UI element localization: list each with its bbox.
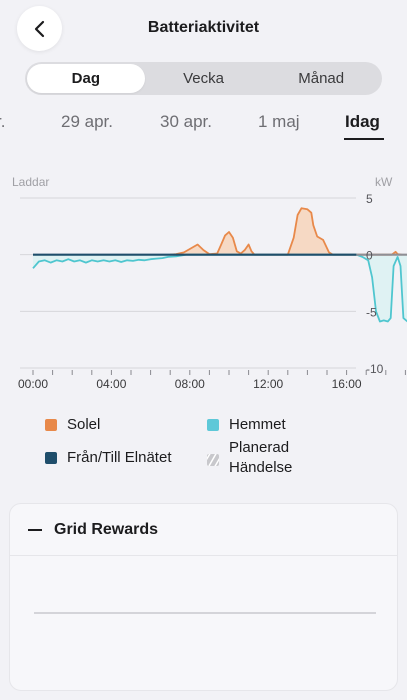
legend-swatch [207,419,219,431]
date-item[interactable]: 30 apr. [160,112,212,132]
period-selector: Dag Vecka Månad [25,62,382,95]
date-item[interactable]: 29 apr. [61,112,113,132]
tab-dag[interactable]: Dag [27,64,145,93]
y-tick-label: 5 [366,192,373,206]
legend-item-planerad: Planerad Händelse [204,438,292,478]
battery-chart-svg: 5 0 -5 -10 Laddar kW 00:00 04:00 08:00 12:00 16:00… [12,175,407,391]
legend-item-hemmet: Hemmet [207,415,286,435]
legend-item-solel: Solel [45,415,100,435]
legend-swatch-hatched [204,451,222,469]
legend-label: Planerad Händelse [229,438,292,478]
legend-label: Från/Till Elnätet [67,449,172,466]
y-tick-label: 0 [366,249,373,263]
grid-rewards-title: Grid Rewards [54,520,159,538]
y-tick-label: -5 [366,305,377,319]
tab-manad[interactable]: Månad [262,64,380,93]
grid-rewards-header[interactable]: Grid Rewards [10,504,397,556]
legend-swatch [45,419,57,431]
x-tick-label: 16:00 [332,377,362,391]
y-unit-label: kW [375,175,393,189]
legend-label-line2: Händelse [229,459,293,476]
date-item[interactable]: r. [0,112,5,132]
date-item-today[interactable]: Idag [345,112,380,132]
legend-label: Solel [67,416,101,433]
chart-top-left-label: Laddar [12,175,49,189]
page-title: Batteriaktivitet [147,19,260,36]
x-tick-label: 08:00 [175,377,205,391]
minus-icon[interactable] [28,528,42,531]
x-tick-label: 04:00 [96,377,126,391]
date-item[interactable]: 1 maj [258,112,300,132]
selected-date-underline [344,138,384,140]
x-tick-label: 00:00 [18,377,48,391]
legend-item-elnatet: Från/Till Elnätet [45,448,171,468]
grid-rewards-chart [34,612,376,614]
legend-label: Hemmet [229,416,286,433]
tab-vecka[interactable]: Vecka [145,64,263,93]
battery-chart: 5 0 -5 -10 Laddar kW 00:00 04:00 08:00 12:00 16:00… [0,170,407,395]
hatch-icon [204,451,222,469]
x-tick-label: 12:00 [253,377,283,391]
top-bar: Batteriaktivitet [0,0,407,60]
y-tick-label: -10 [366,362,384,376]
grid-rewards-card: Grid Rewards [9,503,398,691]
legend-swatch [45,452,57,464]
chart-legend: Solel Hemmet Från/Till Elnätet Planerad … [0,410,407,490]
legend-label-line1: Planerad [229,439,290,456]
